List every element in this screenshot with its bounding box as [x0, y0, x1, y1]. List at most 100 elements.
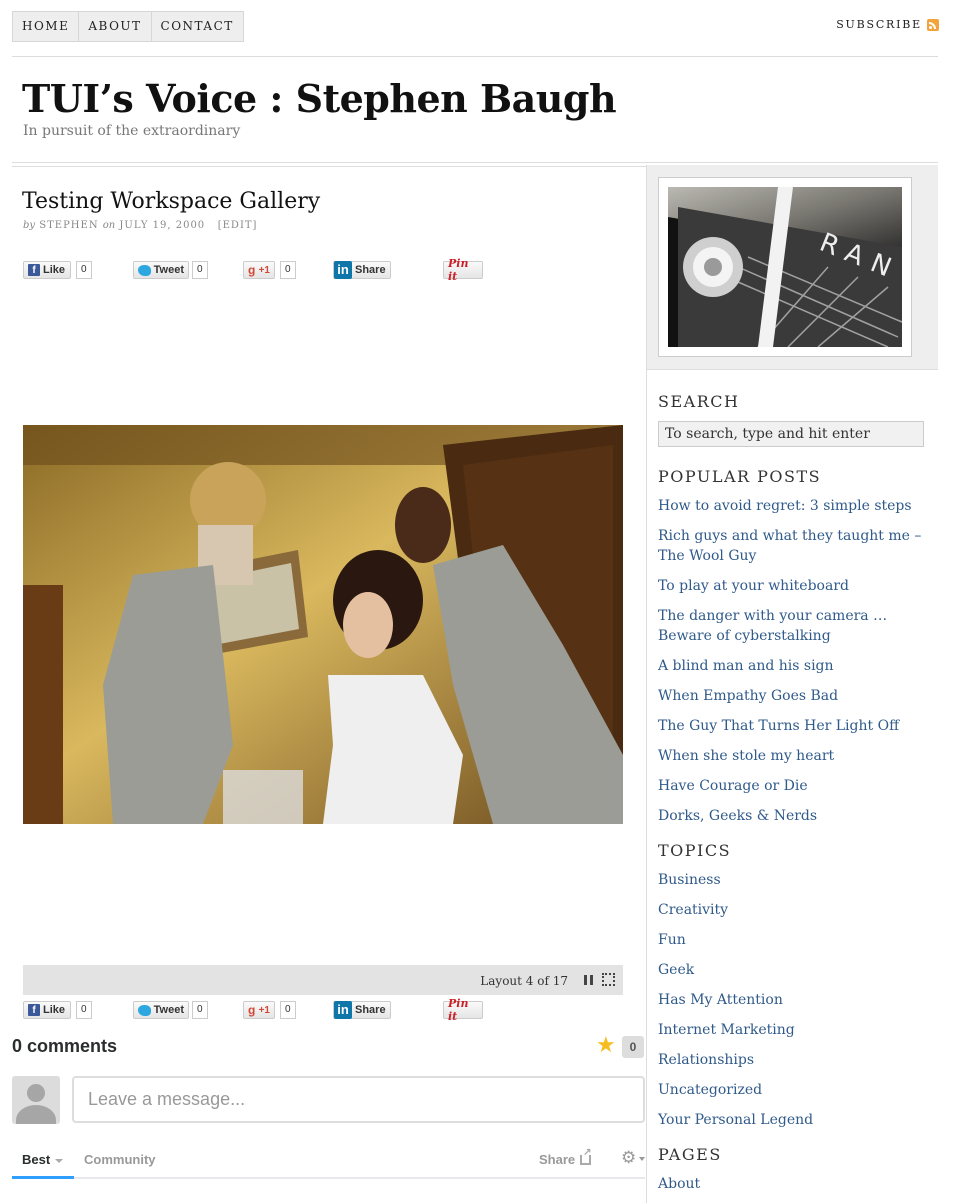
pin-label: Pin it [448, 997, 469, 1023]
byline-on: on [102, 220, 116, 231]
page-link-about[interactable]: About [658, 1174, 928, 1194]
topic-link[interactable]: Your Personal Legend [658, 1110, 928, 1130]
share-discussion-button[interactable]: Share [539, 1147, 592, 1168]
star-icon[interactable]: ★ [596, 1033, 616, 1058]
search-input[interactable]: To search, type and hit enter [658, 421, 924, 447]
google-plus-button[interactable]: g +1 [243, 261, 275, 279]
linkedin-share-button[interactable]: in Share [333, 261, 391, 279]
topics-list: Business Creativity Fun Geek Has My Atte… [658, 870, 928, 1140]
avatar-body [16, 1105, 56, 1124]
chevron-down-icon [55, 1158, 64, 1163]
popular-post-link[interactable]: A blind man and his sign [658, 656, 928, 676]
topic-link[interactable]: Has My Attention [658, 990, 928, 1010]
popular-post-link[interactable]: Dorks, Geeks & Nerds [658, 806, 928, 826]
active-tab-indicator [12, 1176, 74, 1179]
tweet-label: Tweet [153, 264, 184, 276]
plus-label: +1 [258, 1004, 270, 1016]
linkedin-label: Share [355, 1004, 386, 1016]
recommend-count: 0 [622, 1036, 644, 1058]
tabs-divider [12, 1177, 645, 1179]
post-title[interactable]: Testing Workspace Gallery [22, 189, 320, 214]
topic-link[interactable]: Uncategorized [658, 1080, 928, 1100]
like-label: Like [43, 1004, 66, 1016]
site-title[interactable]: TUI’s Voice : Stephen Baugh [22, 76, 617, 121]
popular-post-link[interactable]: To play at your whiteboard [658, 576, 928, 596]
popular-post-link[interactable]: Have Courage or Die [658, 776, 928, 796]
share-bar-bottom: f Like 0 Tweet 0 g +1 0 in Share Pin it [0, 997, 646, 1023]
topic-link[interactable]: Internet Marketing [658, 1020, 928, 1040]
gallery-controls: Layout 4 of 17 [23, 965, 623, 995]
google-plus-button[interactable]: g +1 [243, 1001, 275, 1019]
share-label: Share [539, 1152, 576, 1167]
search-heading: SEARCH [658, 392, 740, 411]
author-link[interactable]: STEPHEN [39, 220, 98, 231]
popular-post-link[interactable]: When she stole my heart [658, 746, 928, 766]
fullscreen-icon[interactable] [602, 973, 615, 986]
plus-count: 0 [280, 1001, 296, 1019]
tab-best[interactable]: Best [22, 1152, 64, 1167]
nav-about[interactable]: ABOUT [79, 12, 152, 41]
subscribe-link[interactable]: SUBSCRIBE [836, 18, 939, 31]
tab-community[interactable]: Community [84, 1152, 156, 1167]
pinterest-button[interactable]: Pin it [443, 997, 483, 1023]
facebook-like-button[interactable]: f Like [23, 1001, 71, 1019]
tweet-button[interactable]: Tweet [133, 1001, 189, 1019]
pages-list: About [658, 1174, 928, 1204]
popular-post-link[interactable]: When Empathy Goes Bad [658, 686, 928, 706]
like-label: Like [43, 264, 66, 276]
nav-home[interactable]: HOME [13, 12, 80, 41]
share-bar-top: f Like 0 Tweet 0 g +1 0 in Share Pin it [0, 257, 646, 283]
nav-contact[interactable]: CONTACT [152, 12, 243, 41]
post-date: JULY 19, 2000 [119, 220, 206, 231]
gallery-photo[interactable] [23, 425, 623, 824]
topics-heading: TOPICS [658, 841, 732, 860]
gallery-position: Layout 4 of 17 [480, 974, 568, 988]
tab-best-label: Best [22, 1152, 51, 1167]
tweet-count: 0 [192, 261, 208, 279]
linkedin-share-button[interactable]: in Share [333, 1001, 391, 1019]
plus-count: 0 [280, 261, 296, 279]
facebook-like-button[interactable]: f Like [23, 261, 71, 279]
popular-post-link[interactable]: Rich guys and what they taught me – The … [658, 526, 928, 566]
linkedin-icon: in [334, 1001, 352, 1019]
comment-input[interactable]: Leave a message... [72, 1076, 645, 1123]
avatar-head [27, 1084, 45, 1102]
plus-label: +1 [258, 264, 270, 276]
popular-post-link[interactable]: The danger with your camera … Beware of … [658, 606, 928, 646]
google-plus-icon: g [248, 1003, 256, 1017]
byline-by: by [23, 220, 36, 231]
subscribe-label: SUBSCRIBE [836, 18, 922, 31]
popular-posts-heading: POPULAR POSTS [658, 467, 822, 486]
sidebar-image[interactable]: RAN [668, 187, 902, 347]
pause-icon[interactable] [584, 975, 593, 985]
topic-link[interactable]: Relationships [658, 1050, 928, 1070]
facebook-icon: f [28, 1004, 40, 1016]
topic-link[interactable]: Business [658, 870, 928, 890]
like-count: 0 [76, 261, 92, 279]
post-byline: by STEPHEN on JULY 19, 2000 [EDIT] [23, 220, 257, 231]
avatar [12, 1076, 60, 1124]
tweet-button[interactable]: Tweet [133, 261, 189, 279]
facebook-icon: f [28, 264, 40, 276]
linkedin-icon: in [334, 261, 352, 279]
rss-icon [927, 18, 939, 31]
topic-link[interactable]: Geek [658, 960, 928, 980]
gear-icon[interactable]: ⚙ [621, 1148, 636, 1168]
pinterest-button[interactable]: Pin it [443, 257, 483, 283]
tweet-label: Tweet [153, 1004, 184, 1016]
twitter-icon [138, 264, 151, 276]
chevron-down-icon [639, 1157, 645, 1161]
tweet-count: 0 [192, 1001, 208, 1019]
pin-label: Pin it [448, 257, 469, 283]
linkedin-label: Share [355, 264, 386, 276]
wedding-photo-image [23, 425, 623, 824]
popular-post-link[interactable]: The Guy That Turns Her Light Off [658, 716, 928, 736]
popular-post-link[interactable]: How to avoid regret: 3 simple steps [658, 496, 928, 516]
divider [12, 56, 938, 57]
topic-link[interactable]: Creativity [658, 900, 928, 920]
edit-link[interactable]: [EDIT] [218, 220, 258, 231]
pages-heading: PAGES [658, 1145, 722, 1164]
twitter-icon [138, 1004, 151, 1016]
topic-link[interactable]: Fun [658, 930, 928, 950]
range-rover-grille-image: RAN [668, 187, 902, 347]
